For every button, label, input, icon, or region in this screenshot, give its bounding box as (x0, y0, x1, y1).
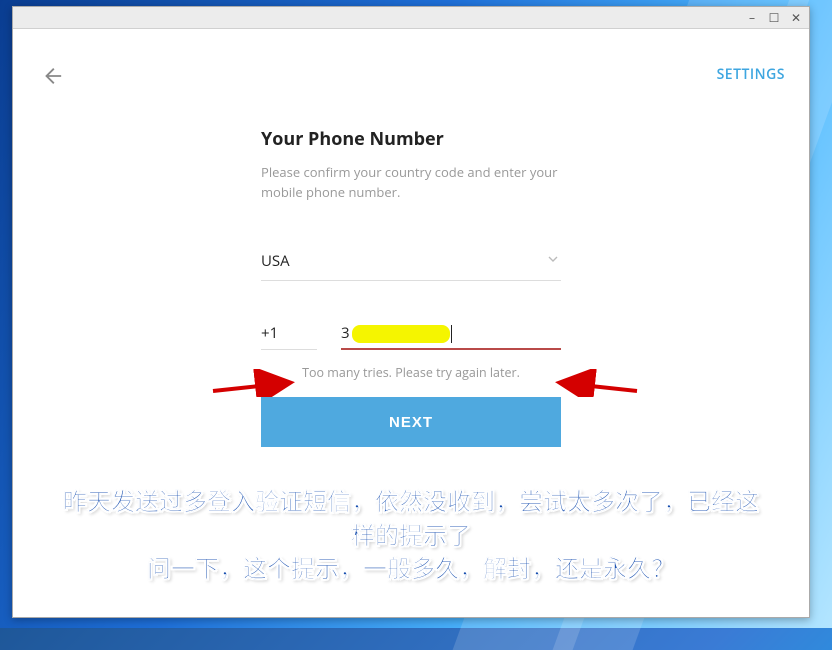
country-code-input[interactable]: +1 (261, 323, 317, 350)
next-button[interactable]: NEXT (261, 397, 561, 447)
content-area: SETTINGS Your Phone Number Please confir… (13, 29, 809, 617)
minimize-button[interactable]: – (745, 11, 759, 25)
app-window: – ☐ ✕ SETTINGS Your Phone Number Please … (12, 6, 810, 618)
country-name: USA (261, 251, 290, 271)
phone-form: Your Phone Number Please confirm your co… (261, 127, 561, 447)
form-heading: Your Phone Number (261, 127, 561, 151)
settings-link[interactable]: SETTINGS (717, 65, 785, 84)
maximize-button[interactable]: ☐ (767, 11, 781, 25)
phone-redacted (352, 325, 450, 343)
phone-row: +1 3 (261, 323, 561, 350)
country-select[interactable]: USA (261, 250, 561, 281)
annotation-line-1: 昨天发送过多登入验证短信，依然没收到，尝试太多次了，已经这样的提示了 (53, 487, 769, 554)
arrow-left-icon (41, 65, 63, 87)
chevron-down-icon (545, 250, 561, 272)
form-subtext: Please confirm your country code and ent… (261, 163, 561, 202)
error-message: Too many tries. Please try again later. (261, 364, 561, 381)
titlebar: – ☐ ✕ (13, 7, 809, 29)
annotation-text: 昨天发送过多登入验证短信，依然没收到，尝试太多次了，已经这样的提示了 问一下，这… (13, 487, 809, 588)
phone-number-input[interactable]: 3 (341, 323, 561, 350)
close-button[interactable]: ✕ (789, 11, 803, 25)
phone-leading-digit: 3 (341, 323, 350, 343)
annotation-line-2: 问一下，这个提示，一般多久，解封，还是永久？ (53, 554, 769, 588)
text-caret (451, 325, 452, 343)
annotation-arrow-right (551, 369, 641, 402)
back-button[interactable] (41, 65, 63, 92)
